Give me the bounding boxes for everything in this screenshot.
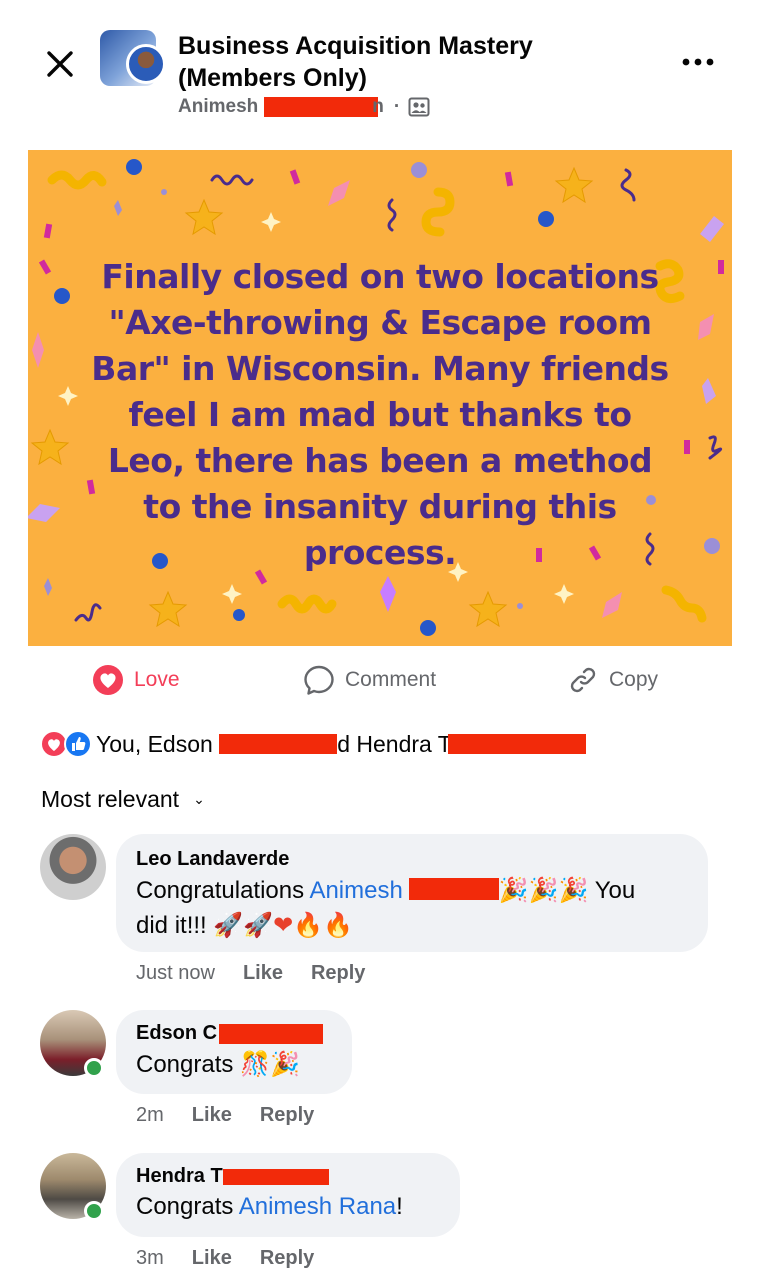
love-icon xyxy=(93,665,123,695)
like-comment-button[interactable]: Like xyxy=(192,1247,232,1270)
link-icon xyxy=(570,667,596,693)
post-text: Finally closed on two locations "Axe-thr… xyxy=(91,257,669,572)
mention-link[interactable]: Animesh Rana xyxy=(239,1193,396,1220)
comment-item: Leo Landaverde Congratulations Animesh 🎉🎉… xyxy=(0,834,760,994)
redaction-bar xyxy=(219,734,338,754)
redaction-bar xyxy=(264,97,379,117)
post-author-line: Animesh n · xyxy=(178,96,430,118)
chevron-down-icon: ⌄ xyxy=(193,791,205,807)
group-members-icon xyxy=(408,97,430,117)
comment-bubble: Edson C Congrats 🎊🎉 xyxy=(116,1010,352,1094)
post-header: Business Acquisition Mastery (Members On… xyxy=(0,0,760,140)
comment-meta: 2m Like Reply xyxy=(136,1104,314,1127)
post-action-bar: Love Comment Copy xyxy=(0,656,760,704)
comment-text-part: ! xyxy=(396,1193,403,1220)
comment-label: Comment xyxy=(345,668,437,691)
online-status-indicator xyxy=(84,1058,104,1078)
author-avatar xyxy=(126,44,166,84)
comment-text-part: Congrats xyxy=(136,1051,241,1078)
post-text-background: Finally closed on two locations "Axe-thr… xyxy=(28,150,732,646)
comment-text: Congrats Animesh Rana! xyxy=(136,1190,440,1224)
comment-time: 3m xyxy=(136,1247,164,1269)
redaction-bar xyxy=(222,1168,329,1185)
comment-sort-dropdown[interactable]: Most relevant ⌄ xyxy=(41,786,205,813)
commenter-name-text: Hendra T xyxy=(136,1165,223,1187)
comment-time: Just now xyxy=(136,962,215,984)
reply-comment-button[interactable]: Reply xyxy=(311,962,365,985)
commenter-name[interactable]: Edson C xyxy=(136,1022,332,1045)
author-name[interactable]: Animesh xyxy=(178,96,258,118)
avatar[interactable] xyxy=(40,834,106,900)
reaction-icons xyxy=(40,730,96,758)
love-button[interactable]: Love xyxy=(92,664,180,696)
celebration-emojis: 🎊🎉 xyxy=(240,1050,300,1078)
commenter-name-text: Edson C xyxy=(136,1022,218,1044)
commenter-name[interactable]: Leo Landaverde xyxy=(136,848,688,871)
comment-bubble: Leo Landaverde Congratulations Animesh 🎉🎉… xyxy=(116,834,708,952)
comment-meta: Just now Like Reply xyxy=(136,962,365,985)
comment-bubble: Hendra T Congrats Animesh Rana! xyxy=(116,1153,460,1237)
like-comment-button[interactable]: Like xyxy=(243,962,283,985)
close-icon xyxy=(47,51,73,77)
comment-text-part: Congrats xyxy=(136,1193,239,1220)
comment-text: Congrats 🎊🎉 xyxy=(136,1047,332,1082)
comment-button[interactable]: Comment xyxy=(303,664,436,696)
comment-text-part: You xyxy=(588,877,636,904)
comment-text-part: did it!!! xyxy=(136,912,214,939)
copy-label: Copy xyxy=(609,668,659,691)
copy-button[interactable]: Copy xyxy=(567,664,658,696)
group-avatar[interactable] xyxy=(100,30,166,90)
more-options-button[interactable] xyxy=(680,50,716,74)
redaction-bar xyxy=(408,878,499,900)
like-comment-button[interactable]: Like xyxy=(192,1104,232,1127)
mention-link[interactable]: Animesh xyxy=(309,877,402,904)
reactors-start: You, Edson xyxy=(96,730,220,757)
comment-item: Edson C Congrats 🎊🎉 2m Like Reply xyxy=(0,1010,760,1140)
comment-text: Congratulations Animesh 🎉🎉🎉 You did it!!!… xyxy=(136,873,688,943)
sort-label: Most relevant xyxy=(41,786,180,812)
author-name-suffix: n xyxy=(372,96,384,117)
reply-comment-button[interactable]: Reply xyxy=(260,1247,314,1270)
separator-dot: · xyxy=(393,96,401,117)
comment-icon xyxy=(304,665,334,695)
rocket-heart-fire-emojis: 🚀🚀❤🔥🔥 xyxy=(213,911,354,939)
online-status-indicator xyxy=(84,1201,104,1221)
like-reaction-icon xyxy=(64,730,92,758)
reactions-summary[interactable]: You, Edson d Hendra T xyxy=(40,728,586,760)
close-button[interactable] xyxy=(42,46,78,82)
comment-item: Hendra T Congrats Animesh Rana! 3m Like … xyxy=(0,1153,760,1287)
group-name[interactable]: Business Acquisition Mastery (Members On… xyxy=(178,30,598,94)
comment-text-part: Congratulations xyxy=(136,877,310,904)
more-horizontal-icon xyxy=(682,58,714,66)
reactors-mid: d Hendra T xyxy=(337,730,452,757)
comment-time: 2m xyxy=(136,1104,164,1126)
comment-meta: 3m Like Reply xyxy=(136,1247,314,1270)
commenter-name[interactable]: Hendra T xyxy=(136,1165,440,1188)
love-label: Love xyxy=(134,668,180,691)
redaction-bar xyxy=(219,1023,324,1044)
party-popper-emojis: 🎉🎉🎉 xyxy=(498,876,589,904)
redaction-bar xyxy=(447,734,586,754)
reply-comment-button[interactable]: Reply xyxy=(260,1104,314,1127)
